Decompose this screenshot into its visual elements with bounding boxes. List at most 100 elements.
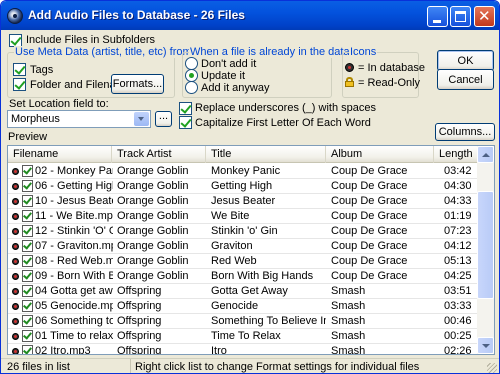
file-check-icon[interactable] xyxy=(22,345,33,354)
file-check-icon[interactable] xyxy=(22,165,33,177)
table-row[interactable]: 10 - Jesus Beater.mp3 Orange Goblin Jesus … xyxy=(8,194,478,209)
replace-underscores-label[interactable]: Replace underscores (_) with spaces xyxy=(195,102,376,114)
hint-status: Right click list to change Format settin… xyxy=(135,361,420,373)
maximize-button[interactable] xyxy=(450,6,471,27)
table-row[interactable]: 06 - Getting High.mp3 Orange Goblin Gettin… xyxy=(8,179,478,194)
lock-icon xyxy=(345,77,354,87)
cell-length: 00:25 xyxy=(444,330,472,342)
cell-track-artist: Orange Goblin xyxy=(117,210,189,222)
column-header-track-artist[interactable]: Track Artist xyxy=(112,146,206,163)
file-check-icon[interactable] xyxy=(22,255,33,267)
cell-track-artist: Orange Goblin xyxy=(117,225,189,237)
scroll-down-button[interactable] xyxy=(477,337,494,354)
file-check-icon[interactable] xyxy=(22,285,33,297)
file-check-icon[interactable] xyxy=(22,330,33,342)
in-database-icon xyxy=(12,318,19,325)
preview-file-list[interactable]: Filename Track Artist Title Album Length… xyxy=(7,145,495,355)
cell-album: Coup De Grace xyxy=(331,180,408,192)
cell-length: 02:26 xyxy=(444,345,472,355)
chevron-down-icon[interactable] xyxy=(134,112,149,126)
scroll-thumb[interactable] xyxy=(477,191,494,299)
column-header-filename[interactable]: Filename xyxy=(8,146,112,163)
radio-add-anyway-label[interactable]: Add it anyway xyxy=(201,82,269,94)
cell-title: Time To Relax xyxy=(211,330,281,342)
minimize-button[interactable] xyxy=(427,6,448,27)
title-bar[interactable]: Add Audio Files to Database - 26 Files ✕ xyxy=(1,1,499,30)
table-row[interactable]: 02 - Monkey Panic.mp3 Orange Goblin Monkey… xyxy=(8,164,478,179)
include-subfolders-label[interactable]: Include Files in Subfolders xyxy=(26,34,155,46)
table-row[interactable]: 12 - Stinkin 'O' Gin.mp3 Orange Goblin Sti… xyxy=(8,224,478,239)
replace-underscores-checkbox[interactable] xyxy=(179,102,192,115)
cell-album: Coup De Grace xyxy=(331,225,408,237)
radio-add-anyway[interactable] xyxy=(185,81,198,94)
in-database-legend: = In database xyxy=(358,62,425,74)
cell-length: 07:23 xyxy=(444,225,472,237)
location-value: Morpheus xyxy=(11,113,60,125)
cell-track-artist: Offspring xyxy=(117,285,162,297)
formats-button[interactable]: Formats... xyxy=(111,74,164,94)
cell-album: Smash xyxy=(331,315,366,327)
table-row[interactable]: 06 Something to bele... Offspring Somethin… xyxy=(8,314,478,329)
in-database-icon xyxy=(12,333,19,340)
folder-filename-checkbox[interactable] xyxy=(13,78,26,91)
table-row[interactable]: 07 - Graviton.mp3 Orange Goblin Graviton Co… xyxy=(8,239,478,254)
table-row[interactable]: 11 - We Bite.mp3 Orange Goblin We Bite Coup… xyxy=(8,209,478,224)
cell-length: 03:51 xyxy=(444,285,472,297)
cell-filename: 02 - Monkey Panic.mp3 xyxy=(35,165,113,177)
cell-title: Gotta Get Away xyxy=(211,285,288,297)
file-check-icon[interactable] xyxy=(22,300,33,312)
table-row[interactable]: 02 Itro.mp3 Offspring Itro Smash 02:26 xyxy=(8,344,478,355)
column-header-title[interactable]: Title xyxy=(206,146,326,163)
file-check-icon[interactable] xyxy=(22,195,33,207)
tags-label[interactable]: Tags xyxy=(30,64,53,76)
cell-length: 04:12 xyxy=(444,240,472,252)
cell-length: 03:42 xyxy=(444,165,472,177)
icons-legend-title: Icons xyxy=(349,46,378,58)
table-row[interactable]: 05 Genocide.mp3 Offspring Genocide Smash 03:… xyxy=(8,299,478,314)
table-row[interactable]: 09 - Born With Big Ha... Orange Goblin Bor… xyxy=(8,269,478,284)
column-header-length[interactable]: Length xyxy=(434,146,478,163)
cell-album: Smash xyxy=(331,345,366,355)
file-check-icon[interactable] xyxy=(22,225,33,237)
cell-filename: 08 - Red Web.mp3 xyxy=(35,255,113,267)
cell-title: Jesus Beater xyxy=(211,195,276,207)
radio-update-label[interactable]: Update it xyxy=(201,70,245,82)
file-check-icon[interactable] xyxy=(22,180,33,192)
cell-filename: 02 Itro.mp3 xyxy=(35,345,91,355)
minimize-icon xyxy=(433,20,441,23)
cell-album: Coup De Grace xyxy=(331,255,408,267)
cell-filename: 09 - Born With Big Ha... xyxy=(35,270,113,282)
capitalize-checkbox[interactable] xyxy=(179,116,192,129)
cell-length: 04:25 xyxy=(444,270,472,282)
cell-length: 04:33 xyxy=(444,195,472,207)
maximize-icon xyxy=(455,11,466,22)
cell-album: Coup De Grace xyxy=(331,195,408,207)
cell-track-artist: Orange Goblin xyxy=(117,255,189,267)
cancel-button[interactable]: Cancel xyxy=(437,69,494,90)
in-database-icon xyxy=(345,63,354,72)
table-row[interactable]: 01 Time to relax.mp3 Offspring Time To Rel… xyxy=(8,329,478,344)
close-button[interactable]: ✕ xyxy=(474,6,495,27)
in-database-icon xyxy=(12,243,19,250)
table-row[interactable]: 08 - Red Web.mp3 Orange Goblin Red Web Coup… xyxy=(8,254,478,269)
ok-button[interactable]: OK xyxy=(437,50,494,71)
cell-track-artist: Orange Goblin xyxy=(117,270,189,282)
tags-checkbox[interactable] xyxy=(13,63,26,76)
cell-track-artist: Offspring xyxy=(117,300,162,312)
file-check-icon[interactable] xyxy=(22,315,33,327)
file-check-icon[interactable] xyxy=(22,270,33,282)
columns-button[interactable]: Columns... xyxy=(435,123,495,141)
vertical-scrollbar[interactable] xyxy=(477,146,494,354)
file-check-icon[interactable] xyxy=(22,240,33,252)
scroll-up-button[interactable] xyxy=(477,146,494,163)
radio-dont-add-label[interactable]: Don't add it xyxy=(201,58,256,70)
resize-grip-icon[interactable] xyxy=(487,363,497,373)
column-header-album[interactable]: Album xyxy=(326,146,434,163)
browse-button[interactable]: ... xyxy=(155,111,172,127)
location-combobox[interactable]: Morpheus xyxy=(7,110,151,128)
close-icon: ✕ xyxy=(478,8,491,25)
file-check-icon[interactable] xyxy=(22,210,33,222)
capitalize-label[interactable]: Capitalize First Letter Of Each Word xyxy=(195,117,371,129)
table-row[interactable]: 04 Gotta get away.mp3 Offspring Gotta Get … xyxy=(8,284,478,299)
meta-data-group-title: Use Meta Data (artist, title, etc) from: xyxy=(14,46,196,58)
